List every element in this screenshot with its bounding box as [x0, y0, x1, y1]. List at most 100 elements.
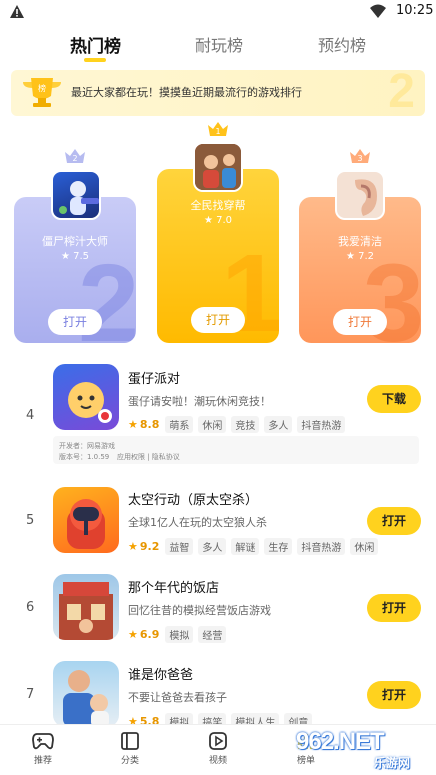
- nav-video[interactable]: 视频: [196, 731, 240, 766]
- tag: 模拟人生: [231, 713, 280, 724]
- tag: 竞技: [231, 416, 260, 433]
- podium-open-button[interactable]: 打开: [191, 307, 245, 333]
- warning-icon: [10, 5, 24, 18]
- tag: 抖音热游: [297, 538, 346, 555]
- rank-number: 4: [26, 408, 35, 423]
- app-icon: [53, 364, 119, 430]
- tag: 多人: [264, 416, 293, 433]
- developer-name: 开发者：网易游戏: [59, 442, 115, 450]
- tag: 萌系: [165, 416, 194, 433]
- podium-game-icon: [51, 170, 101, 220]
- podium-score: ★ 7.0: [203, 215, 233, 226]
- zombie-juicer-icon: [59, 181, 99, 215]
- watermark-sub: 乐游网: [374, 756, 411, 770]
- app-score: 5.8: [139, 715, 160, 724]
- gold-crown-icon: 1: [208, 122, 228, 136]
- star-icon: ★: [128, 628, 138, 641]
- podium-game-name: 僵尸榨汁大师: [42, 235, 108, 248]
- tag: 多人: [198, 538, 227, 555]
- watermark-logo: 962.NET: [296, 728, 385, 755]
- list-item[interactable]: 6 那个年代的饭店 回忆往昔的模拟经营饭店游戏 ★ 6.9 模拟 经营 打开: [0, 574, 436, 644]
- whos-your-daddy-icon: [63, 670, 109, 724]
- spot-difference-icon: [195, 144, 241, 190]
- app-score: 8.8: [139, 418, 160, 431]
- nav-label: 分类: [120, 756, 139, 766]
- nav-category[interactable]: 分类: [108, 731, 152, 766]
- podium-score: ★ 7.2: [345, 251, 375, 262]
- nav-recommend[interactable]: 推荐: [21, 731, 65, 766]
- open-button[interactable]: 打开: [367, 681, 421, 709]
- tab-durable[interactable]: 耐玩榜: [195, 32, 243, 56]
- download-button[interactable]: 下载: [367, 385, 421, 413]
- app-name: 蛋仔派对: [128, 372, 181, 387]
- star-icon: ★: [345, 251, 359, 262]
- podium-open-button[interactable]: 打开: [48, 309, 102, 335]
- podium-game-icon: [335, 170, 385, 220]
- app-meta: ★ 9.2 益智 多人 解谜 生存 抖音热游 休闲: [128, 538, 383, 555]
- tag: 休闲: [198, 416, 227, 433]
- trophy-icon: 榜: [23, 78, 61, 107]
- svg-text:3: 3: [357, 154, 362, 163]
- tag: 模拟: [165, 713, 194, 724]
- developer-info: 开发者：网易游戏 版本号：1.0.59 应用权限 | 隐私协议: [53, 436, 419, 464]
- tag: 经营: [198, 626, 227, 643]
- app-icon: [53, 661, 119, 724]
- rank-tabs: 热门榜 耐玩榜 预约榜: [0, 32, 436, 62]
- tag: 休闲: [350, 538, 379, 555]
- app-description: 蛋仔请安啦！潮玩休闲竞技！: [128, 395, 271, 408]
- tag: 生存: [264, 538, 293, 555]
- open-button[interactable]: 打开: [367, 594, 421, 622]
- podium-game-name: 全民找穿帮: [190, 199, 246, 212]
- app-name: 谁是你爸爸: [128, 668, 194, 683]
- app-icon: [53, 487, 119, 553]
- status-bar: 10:25: [0, 0, 436, 24]
- bronze-crown-icon: 3: [350, 149, 370, 163]
- list-item[interactable]: 7 谁是你爸爸 不要让爸爸去看孩子 ★ 5.8 模拟 搞笑 模拟人生 创意 打开: [0, 661, 436, 724]
- star-icon: ★: [128, 715, 138, 724]
- tag: 创意: [284, 713, 313, 724]
- info-banner: 榜 最近大家都在玩！摸摸鱼近期最流行的游戏排行 2: [11, 70, 425, 116]
- banner-decoration: 2: [388, 70, 415, 116]
- podium-score: ★ 7.5: [60, 251, 90, 262]
- app-name: 那个年代的饭店: [128, 581, 220, 596]
- app-score: 9.2: [139, 540, 160, 553]
- space-action-icon: [67, 499, 105, 549]
- app-description: 全球1亿人在玩的太空狼人杀: [128, 516, 267, 529]
- open-button[interactable]: 打开: [367, 507, 421, 535]
- banner-text: 最近大家都在玩！摸摸鱼近期最流行的游戏排行: [71, 86, 302, 99]
- app-name: 太空行动（原太空杀）: [128, 493, 259, 508]
- star-icon: ★: [128, 540, 138, 553]
- svg-text:1: 1: [215, 127, 220, 136]
- list-item[interactable]: 5 太空行动（原太空杀） 全球1亿人在玩的太空狼人杀 ★ 9.2 益智 多人 解…: [0, 485, 436, 559]
- eggy-party-icon: [68, 382, 112, 423]
- version-number: 版本号：1.0.59: [59, 453, 110, 461]
- app-icon: [53, 574, 119, 640]
- nav-label: 视频: [208, 756, 227, 766]
- video-icon: [209, 732, 227, 750]
- permission-links[interactable]: 应用权限 | 隐私协议: [117, 452, 180, 462]
- podium-open-button[interactable]: 打开: [333, 309, 387, 335]
- rank-number: 5: [26, 513, 35, 528]
- tag: 解谜: [231, 538, 260, 555]
- tab-reserve[interactable]: 预约榜: [318, 32, 366, 56]
- gamepad-icon: [32, 733, 54, 750]
- nav-label: 推荐: [33, 756, 52, 766]
- tag: 抖音热游: [297, 416, 346, 433]
- wifi-icon: [370, 4, 386, 18]
- app-meta: ★ 8.8 萌系 休闲 竞技 多人 抖音热游: [128, 416, 350, 433]
- podium-rank-1[interactable]: 1 全民找穿帮 ★ 7.0 打开: [157, 169, 279, 343]
- list-item[interactable]: 4 蛋仔派对 蛋仔请安啦！潮玩休闲竞技！ ★ 8.8 萌系 休闲 竞技 多人 抖…: [0, 362, 436, 472]
- app-description: 回忆往昔的模拟经营饭店游戏: [128, 604, 271, 617]
- tab-hot[interactable]: 热门榜: [70, 32, 121, 57]
- silver-crown-icon: 2: [65, 149, 85, 163]
- category-icon: [121, 732, 139, 750]
- star-icon: ★: [203, 215, 217, 226]
- app-meta: ★ 5.8 模拟 搞笑 模拟人生 创意: [128, 713, 317, 724]
- app-meta: ★ 6.9 模拟 经营: [128, 626, 231, 643]
- podium-game-name: 我爱清洁: [338, 235, 382, 248]
- podium-game-icon: [193, 142, 243, 192]
- old-restaurant-icon: [59, 582, 113, 640]
- tag: 搞笑: [198, 713, 227, 724]
- ear-cleaning-icon: [355, 179, 377, 216]
- app-description: 不要让爸爸去看孩子: [128, 691, 227, 704]
